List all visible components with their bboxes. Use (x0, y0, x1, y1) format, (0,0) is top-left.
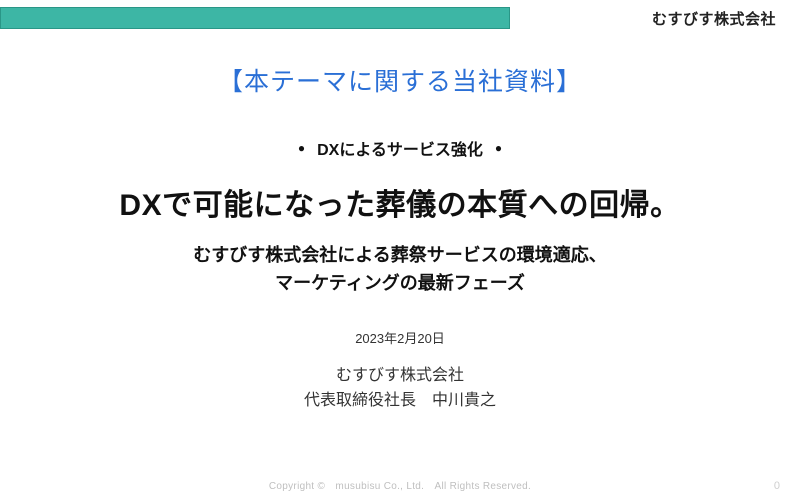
date: 2023年2月20日 (0, 328, 800, 347)
org-company: むすびす株式会社 (0, 363, 800, 389)
subtitle: むすびす株式会社による葬祭サービスの環境適応、 マーケティングの最新フェーズ (0, 242, 800, 298)
bracket-title: 【本テーマに関する当社資料】 (0, 62, 800, 98)
page-number: 0 (774, 480, 780, 492)
header-bar: むすびす株式会社 (0, 0, 800, 36)
tagline-text: DXによるサービス強化 (317, 136, 483, 160)
tagline-row: ● DXによるサービス強化 ● (0, 136, 800, 160)
bullet-right-icon: ● (495, 141, 502, 155)
accent-band (0, 7, 510, 29)
slide-content: 【本テーマに関する当社資料】 ● DXによるサービス強化 ● DXで可能になった… (0, 36, 800, 414)
organization-block: むすびす株式会社 代表取締役社長 中川貴之 (0, 363, 800, 414)
subtitle-line-2: マーケティングの最新フェーズ (0, 270, 800, 298)
company-name-top: むすびす株式会社 (652, 8, 776, 29)
footer-copyright: Copyright © musubisu Co., Ltd. All Right… (0, 477, 800, 492)
subtitle-line-1: むすびす株式会社による葬祭サービスの環境適応、 (0, 242, 800, 270)
org-title-name: 代表取締役社長 中川貴之 (0, 388, 800, 414)
main-headline: DXで可能になった葬儀の本質への回帰。 (0, 180, 800, 224)
bullet-left-icon: ● (298, 141, 305, 155)
